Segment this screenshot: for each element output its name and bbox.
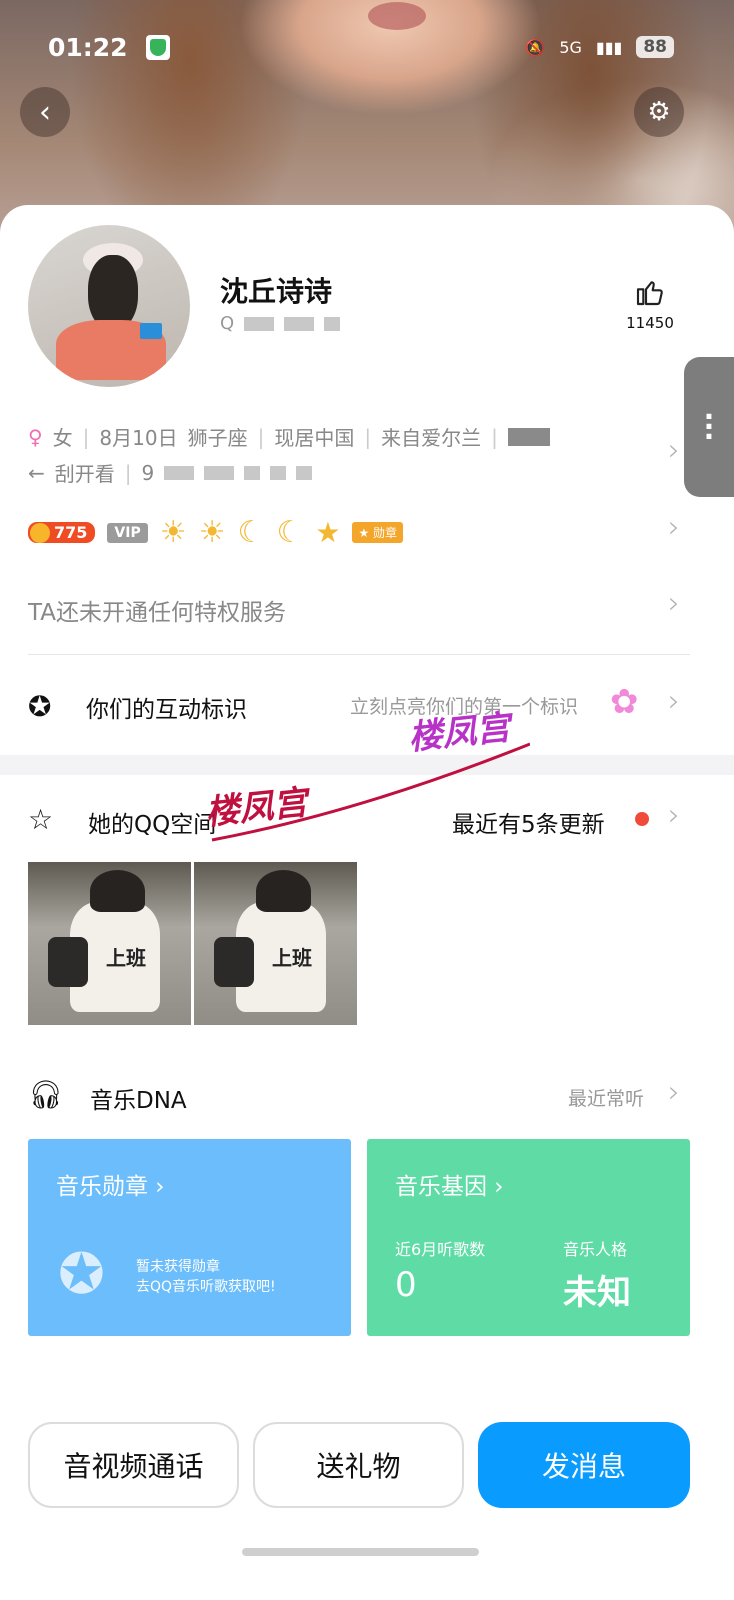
chevron-right-icon[interactable]: ›	[668, 1075, 680, 1110]
chevron-right-icon[interactable]: ›	[668, 510, 680, 545]
status-time: 01:22	[48, 32, 128, 62]
medal-card-title: 音乐勋章 ›	[56, 1174, 165, 1200]
network-label: 5G	[559, 37, 582, 57]
music-gene-card[interactable]: 音乐基因 › 近6月听歌数 0 音乐人格 未知	[367, 1139, 690, 1336]
qq-number: Q	[220, 313, 341, 334]
privilege-text[interactable]: TA还未开通任何特权服务	[28, 593, 286, 627]
redaction	[244, 465, 261, 480]
qzone-photo[interactable]: 上班	[28, 862, 191, 1025]
star-outline-icon: ☆	[28, 803, 54, 836]
music-title[interactable]: 音乐DNA	[90, 1081, 187, 1115]
level-badge: 775	[28, 522, 96, 543]
song-count: 0	[395, 1265, 417, 1305]
zodiac: 狮子座	[187, 426, 248, 450]
vip-badge: VIP	[107, 522, 148, 543]
badge-row[interactable]: 775 VIP ☀ ☀ ☾ ☾ ★ ★ 勋章	[28, 514, 404, 550]
info-line: ♀ 女 | 8月10日 狮子座 | 现居中国 | 来自爱尔兰 |	[28, 422, 550, 451]
back-button[interactable]: ‹	[20, 87, 70, 137]
settings-button[interactable]: ⚙	[634, 87, 684, 137]
side-more-tab[interactable]: · · ·	[684, 357, 734, 497]
sun-level-icon: ☀	[198, 514, 226, 550]
persona-label: 音乐人格	[563, 1240, 628, 1259]
hometown: 来自爱尔兰	[381, 426, 482, 450]
medal-label: 勋章	[373, 526, 398, 540]
more-dots-icon: · · ·	[703, 400, 715, 453]
redaction	[324, 316, 341, 331]
moon-level-icon: ☾	[276, 514, 304, 550]
divider	[28, 654, 690, 655]
scratch-arrow-icon: ←	[28, 460, 45, 485]
music-medal-card[interactable]: 音乐勋章 › ✪ 暂未获得勋章 去QQ音乐听歌获取吧!	[28, 1139, 351, 1336]
redaction	[507, 427, 550, 446]
security-shield-icon	[145, 34, 170, 60]
info-line-2[interactable]: ← 刮开看 | 9	[28, 458, 313, 487]
mute-icon: 🔕	[525, 37, 546, 57]
avatar[interactable]	[28, 225, 190, 387]
profile-name: 沈丘诗诗	[220, 275, 333, 308]
chevron-right-icon[interactable]: ›	[668, 798, 680, 833]
qzone-title[interactable]: 她的QQ空间	[88, 805, 216, 839]
medal-star-icon: ✪	[58, 1242, 105, 1307]
chevron-right-icon[interactable]: ›	[668, 586, 680, 621]
song-count-label: 近6月听歌数	[395, 1240, 486, 1259]
medal-badge: ★ 勋章	[352, 522, 404, 543]
redaction	[270, 465, 287, 480]
birthday: 8月10日	[99, 426, 178, 450]
battery-indicator: 88	[636, 36, 674, 58]
star-level-icon: ★	[315, 516, 341, 549]
call-button[interactable]: 音视频通话	[28, 1422, 239, 1508]
qzone-photo[interactable]: 上班	[194, 862, 357, 1025]
gender: 女	[52, 426, 73, 450]
moon-level-icon: ☾	[237, 514, 265, 550]
home-indicator[interactable]	[242, 1548, 479, 1556]
gene-card-title: 音乐基因 ›	[395, 1174, 504, 1200]
redaction	[244, 316, 275, 331]
signal-icon: ▮▮▮	[595, 37, 623, 57]
residence: 现居中国	[274, 426, 355, 450]
like-button[interactable]: 11450	[622, 276, 678, 332]
scratch-label[interactable]: 刮开看	[55, 458, 115, 487]
redaction	[204, 465, 235, 480]
persona-value: 未知	[563, 1273, 631, 1313]
interaction-title[interactable]: 你们的互动标识	[86, 690, 247, 724]
female-icon: ♀	[28, 424, 43, 449]
gift-button[interactable]: 送礼物	[253, 1422, 464, 1508]
hidden-prefix: 9	[141, 460, 155, 485]
redaction	[284, 316, 315, 331]
qq-prefix: Q	[220, 313, 235, 334]
chevron-right-icon[interactable]: ›	[668, 684, 680, 719]
photo-caption: 上班	[272, 946, 312, 970]
headphones-icon: 🎧︎	[28, 1078, 64, 1111]
redaction	[296, 465, 313, 480]
sun-level-icon: ☀	[159, 514, 187, 550]
medal-empty-line1: 暂未获得勋章	[136, 1259, 220, 1275]
unread-dot	[635, 812, 649, 826]
chevron-right-icon[interactable]: ›	[668, 433, 680, 468]
medal-empty-line2: 去QQ音乐听歌获取吧!	[136, 1279, 276, 1295]
like-count: 11450	[626, 314, 674, 332]
redaction	[164, 465, 195, 480]
flower-icon: ✿	[610, 682, 639, 722]
status-bar: 01:22 🔕 5G ▮▮▮ 88	[48, 30, 674, 64]
back-arrow-icon: ‹	[39, 94, 51, 130]
music-recent[interactable]: 最近常听	[568, 1084, 644, 1111]
badge-outline-icon: ✪	[28, 690, 52, 723]
cover-image-detail	[368, 2, 426, 30]
photo-caption: 上班	[106, 946, 146, 970]
message-button[interactable]: 发消息	[478, 1422, 690, 1508]
gear-icon: ⚙	[647, 97, 671, 127]
thumbs-up-icon	[636, 281, 663, 306]
